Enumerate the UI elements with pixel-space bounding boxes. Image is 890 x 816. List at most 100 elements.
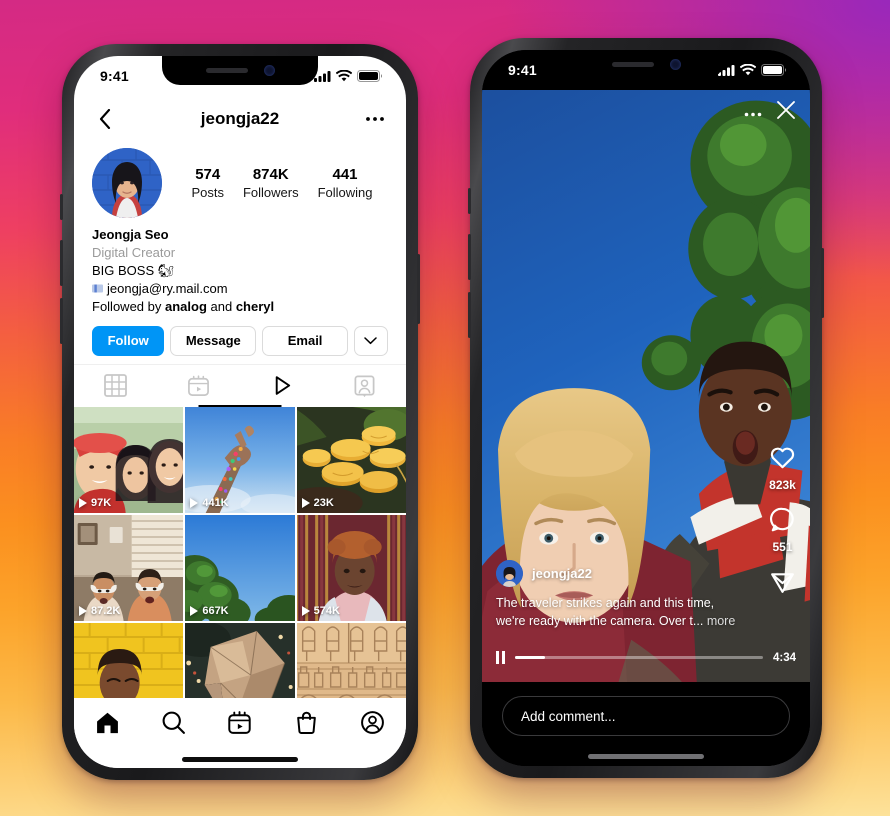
home-icon [96,712,118,733]
reels-icon [228,710,252,734]
message-button[interactable]: Message [170,325,257,356]
pause-icon[interactable] [496,651,505,664]
grid-item[interactable]: 667K [185,514,295,621]
phone-right-screen: 9:41 823k 551 jeongja22 The traveler str… [482,50,810,766]
mute-switch[interactable] [468,188,471,214]
more-options-icon[interactable] [362,116,388,122]
grid-icon [104,374,127,398]
grid-item-views: 87.2K [79,605,120,617]
reel-username: jeongja22 [532,565,592,581]
stat-followers[interactable]: 874K Followers [243,165,299,202]
tab-grid[interactable] [74,365,157,407]
reel-video[interactable]: 823k 551 jeongja22 The traveler strikes … [482,90,810,682]
progress-fill [515,656,545,659]
notch [568,50,724,79]
home-indicator-right[interactable] [482,746,810,766]
add-comment-input[interactable]: Add comment... [502,696,790,736]
views-count: 97K [91,496,112,509]
comment-bubble-icon [769,507,794,532]
tab-igtv[interactable] [240,365,323,407]
profile-stats: 574 Posts 874K Followers 441 Following [182,165,388,202]
status-icons [718,64,786,76]
volume-up-button[interactable] [60,240,63,286]
stat-followers-label: Followers [242,185,299,200]
bio-category: Digital Creator [92,244,176,260]
phone-right-frame: 9:41 823k 551 jeongja22 The traveler str… [468,38,824,778]
grid-item[interactable]: 441K [185,406,295,513]
followed-user-2: cheryl [235,298,275,314]
mute-switch[interactable] [60,194,63,220]
more-options-icon[interactable] [744,104,762,122]
reel-caption-more[interactable]: more [707,614,735,628]
phone-left-frame: 9:41 jeongja22 574 Posts 874K Followers … [60,44,420,780]
comment-button[interactable] [769,506,796,538]
grid-item[interactable] [74,622,184,698]
reel-caption[interactable]: The traveler strikes again and this time… [496,594,740,630]
tab-tagged[interactable] [323,365,406,407]
comment-count: 551 [772,540,793,554]
battery-icon [761,64,786,76]
follow-button[interactable]: Follow [92,325,165,356]
stat-following[interactable]: 441 Following [318,165,373,202]
power-button[interactable] [417,254,420,324]
play-triangle-icon [301,497,310,508]
like-count: 823k [769,478,796,492]
nav-home[interactable] [95,710,120,740]
reel-duration: 4:34 [772,651,796,664]
chevron-down-icon [364,336,378,344]
reels-icon [188,375,209,397]
status-time: 9:41 [100,68,129,84]
grid-item[interactable] [185,622,295,698]
nav-reels[interactable] [227,710,252,740]
back-icon[interactable] [92,109,118,129]
avatar[interactable] [92,148,162,218]
profile-icon [361,710,385,734]
nav-shop[interactable] [294,710,319,740]
progress-track[interactable] [515,656,763,659]
like-button[interactable] [769,444,796,476]
grid-item[interactable]: 23K [296,406,406,513]
reel-metadata: jeongja22 The traveler strikes again and… [496,559,740,630]
search-icon [162,711,186,734]
followed-by-row[interactable]: Followed by analog and cheryl [92,298,388,316]
tab-reels[interactable] [157,365,240,407]
close-icon[interactable] [776,100,796,125]
power-button[interactable] [821,248,824,318]
stat-following-value: 441 [332,165,358,183]
views-count: 87.2K [91,604,121,617]
front-camera [669,59,681,70]
volume-down-button[interactable] [60,298,63,344]
front-camera [263,65,275,76]
instagram-reel-screen: 9:41 823k 551 jeongja22 The traveler str… [482,50,810,766]
play-triangle-icon [190,497,199,508]
instagram-profile-screen: 9:41 jeongja22 574 Posts 874K Followers … [74,56,406,768]
followed-prefix: Followed by [92,298,165,314]
grid-item[interactable] [296,622,406,698]
reel-author[interactable]: jeongja22 [496,559,740,587]
home-indicator-bar [182,756,298,762]
stat-posts[interactable]: 574 Posts [191,165,224,202]
bio-email-row[interactable]: jeongja@ry.mail.com [92,280,388,298]
email-button[interactable]: Email [262,325,348,356]
profile-bio: Jeongja Seo Digital Creator BIG BOSS 🐿 j… [74,220,406,316]
volume-down-button[interactable] [468,292,471,338]
profile-tabs [74,363,406,407]
more-actions-button[interactable] [353,325,388,356]
play-triangle-icon [79,497,87,508]
views-count: 441K [202,496,229,509]
home-indicator-left[interactable] [74,750,406,768]
nav-search[interactable] [161,710,186,740]
stat-posts-label: Posts [191,185,224,200]
volume-up-button[interactable] [468,234,471,280]
grid-item[interactable]: 87.2K [74,514,184,621]
grid-item-views: 574K [301,604,340,617]
profile-header: jeongja22 [74,96,406,142]
share-button[interactable] [769,568,796,600]
grid-item[interactable]: 574K [296,514,406,621]
grid-item-views: 441K [190,496,229,509]
nav-profile[interactable] [360,710,385,740]
grid-item[interactable]: 97K [74,406,184,513]
views-count: 574K [313,604,340,617]
bio-line-1: BIG BOSS 🐿 [92,262,175,278]
grid-item-views: 97K [79,497,111,509]
